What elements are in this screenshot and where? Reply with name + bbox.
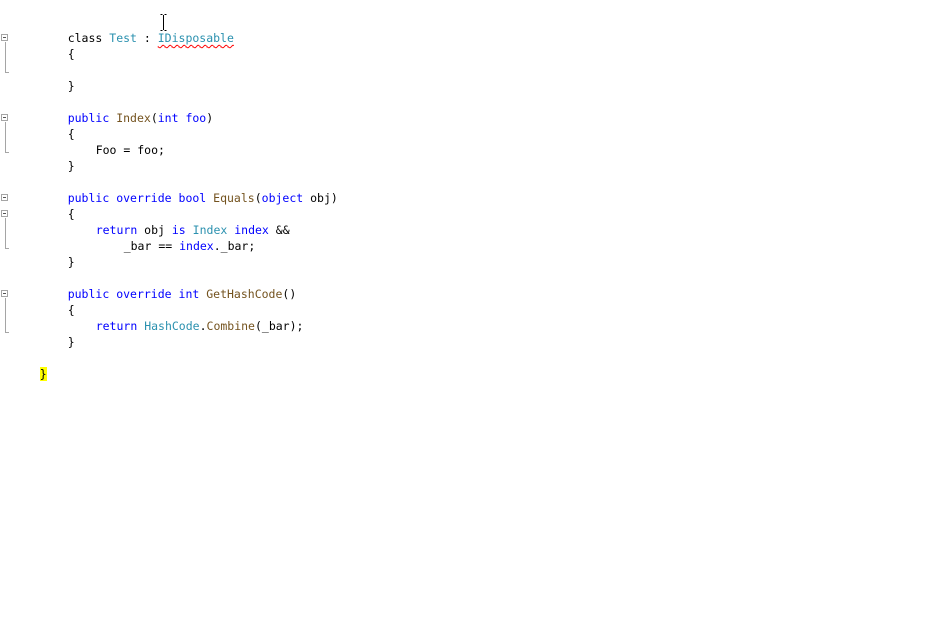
collapse-equals-icon[interactable]: [1, 194, 8, 201]
override-keyword: override: [116, 287, 172, 301]
and-operator: &&: [268, 223, 290, 237]
code-editor[interactable]: class Test : IDisposable { } public Inde…: [0, 0, 931, 619]
fold-guide-end: [5, 72, 9, 73]
return-keyword: return: [95, 319, 138, 333]
dot-token: .: [199, 319, 207, 333]
fold-guide-end: [5, 152, 9, 153]
object-keyword: object: [261, 191, 304, 205]
code-line: }: [40, 142, 75, 173]
paren-close: ): [330, 191, 338, 205]
assignment-statement: Foo = foo;: [95, 143, 165, 157]
code-line-return-is: return obj is Index index &&: [68, 206, 290, 237]
paren-close: ): [206, 111, 214, 125]
collapse-gethashcode-icon[interactable]: [1, 290, 8, 297]
paren-open: (: [150, 111, 158, 125]
open-brace: {: [67, 47, 75, 61]
close-brace: }: [67, 159, 75, 173]
code-line: }: [40, 238, 75, 269]
fold-guide: [5, 42, 6, 72]
close-brace: }: [67, 335, 75, 349]
fold-guide: [5, 122, 6, 152]
int-keyword: int: [178, 287, 200, 301]
code-line-constructor: public Index(int foo): [40, 94, 213, 125]
code-line-assignment: Foo = foo;: [68, 126, 165, 157]
bar-compare: _bar ==: [123, 239, 180, 253]
code-line-return-combine: return HashCode.Combine(_bar);: [68, 302, 304, 333]
text-cursor-icon: [160, 14, 167, 31]
bar-member: ._bar;: [213, 239, 256, 253]
empty-parens: (): [282, 287, 297, 301]
fold-guide: [5, 298, 6, 332]
index-reference: index: [179, 239, 214, 253]
interface-name-error[interactable]: IDisposable: [158, 31, 234, 45]
override-keyword: override: [116, 191, 172, 205]
fold-guide: [5, 218, 6, 248]
code-line-equals: public override bool Equals(object obj): [40, 174, 338, 205]
close-brace: }: [67, 255, 75, 269]
param-obj: obj: [303, 191, 331, 205]
bool-keyword: bool: [178, 191, 207, 205]
fold-guide-end: [5, 248, 9, 249]
gethashcode-method-name: GetHashCode: [206, 287, 283, 301]
close-brace: }: [67, 79, 75, 93]
code-line: {: [40, 110, 75, 141]
hashcode-type: HashCode: [144, 319, 200, 333]
param-foo: foo: [178, 111, 207, 125]
code-line: {: [40, 30, 75, 61]
code-line: {: [40, 286, 75, 317]
colon-token: :: [136, 31, 158, 45]
class-name: Test: [109, 31, 137, 45]
collapse-return-icon[interactable]: [1, 210, 8, 217]
code-line: {: [40, 190, 75, 221]
code-line-class-declaration: class Test : IDisposable: [40, 14, 234, 45]
code-line: }: [40, 318, 75, 349]
combine-method-name: Combine: [206, 319, 255, 333]
constructor-name: Index: [116, 111, 151, 125]
matched-brace-highlight: }: [39, 367, 47, 381]
code-line: }: [40, 62, 75, 93]
code-line-gethashcode: public override int GetHashCode(): [40, 270, 297, 301]
collapse-class-icon[interactable]: [1, 34, 8, 41]
code-line-bar-compare: _bar == index._bar;: [96, 222, 256, 253]
combine-args: (_bar);: [254, 319, 304, 333]
collapse-constructor-icon[interactable]: [1, 114, 8, 121]
int-keyword: int: [157, 111, 179, 125]
paren-open: (: [254, 191, 262, 205]
equals-method-name: Equals: [213, 191, 255, 205]
code-line-final-brace: }: [12, 350, 47, 381]
fold-guide-end: [5, 332, 9, 333]
